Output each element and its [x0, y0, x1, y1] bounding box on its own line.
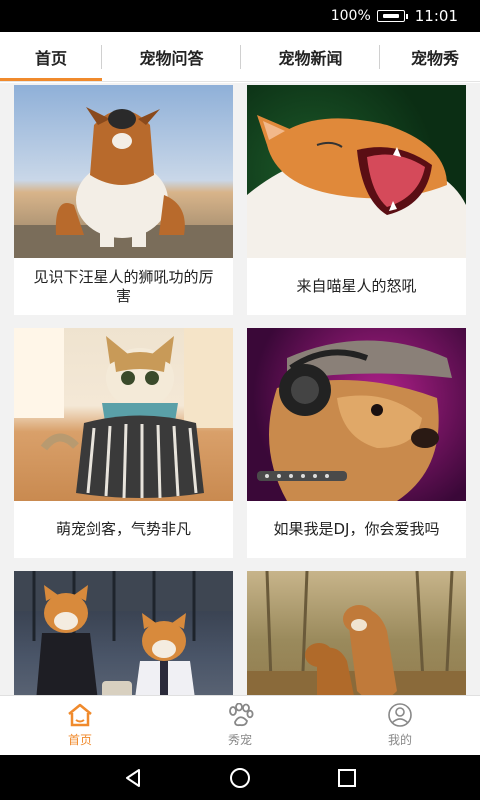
yawning-cat-photo — [247, 85, 466, 258]
tab-pet-show[interactable]: 宠物秀 — [380, 32, 480, 81]
puppy-with-headphones-photo — [247, 328, 466, 501]
clock: 11:01 — [414, 7, 458, 25]
feed-card[interactable]: 萌宠剑客，气势非凡 — [14, 328, 233, 558]
nav-home[interactable]: 首页 — [0, 696, 160, 755]
tab-label: 宠物秀 — [411, 49, 460, 68]
recents-icon[interactable] — [336, 767, 358, 789]
howling-corgi-photo — [14, 85, 233, 258]
card-caption: 萌宠剑客，气势非凡 — [55, 520, 191, 538]
system-navigation-bar — [0, 755, 480, 800]
feed-card[interactable] — [14, 571, 233, 695]
cat-in-kimono-photo — [14, 328, 233, 501]
battery-percent: 100% — [330, 8, 371, 24]
tab-label: 宠物问答 — [139, 49, 204, 68]
home-circle-icon[interactable] — [229, 767, 251, 789]
category-tab-bar: 首页 宠物问答 宠物新闻 宠物秀 — [0, 32, 480, 82]
tab-label: 宠物新闻 — [278, 49, 343, 68]
card-caption: 见识下汪星人的狮吼功的厉害 — [33, 267, 214, 305]
tab-pet-news[interactable]: 宠物新闻 — [241, 32, 380, 81]
paw-icon — [229, 703, 254, 727]
status-bar: 100% 11:01 — [0, 0, 480, 32]
feed-card[interactable]: 来自喵星人的怒吼 — [247, 85, 466, 315]
back-icon[interactable] — [122, 767, 144, 789]
feed-card[interactable] — [247, 571, 466, 695]
battery-icon — [376, 10, 408, 22]
nav-pet-show[interactable]: 秀宠 — [160, 696, 320, 755]
home-icon — [68, 703, 92, 727]
feed-card[interactable]: 见识下汪星人的狮吼功的厉害 — [14, 85, 233, 315]
nav-label: 我的 — [387, 733, 412, 747]
tab-home[interactable]: 首页 — [0, 32, 102, 81]
feed-card[interactable]: 如果我是DJ，你会爱我吗 — [247, 328, 466, 558]
shiba-inus-in-costume-photo — [14, 571, 233, 695]
card-caption: 如果我是DJ，你会爱我吗 — [273, 520, 440, 538]
user-icon — [388, 703, 412, 727]
shiba-inus-playing-photo — [247, 571, 466, 695]
card-caption: 来自喵星人的怒吼 — [296, 277, 417, 295]
nav-label: 秀宠 — [227, 733, 252, 747]
nav-label: 首页 — [67, 733, 92, 747]
feed-grid[interactable]: 见识下汪星人的狮吼功的厉害 来自喵星人的怒吼 萌宠剑客，气势非凡 如果我是DJ，… — [0, 83, 480, 695]
nav-mine[interactable]: 我的 — [320, 696, 480, 755]
tab-pet-qa[interactable]: 宠物问答 — [102, 32, 241, 81]
tab-label: 首页 — [34, 49, 67, 68]
bottom-navigation: 首页 秀宠 我的 — [0, 695, 480, 755]
